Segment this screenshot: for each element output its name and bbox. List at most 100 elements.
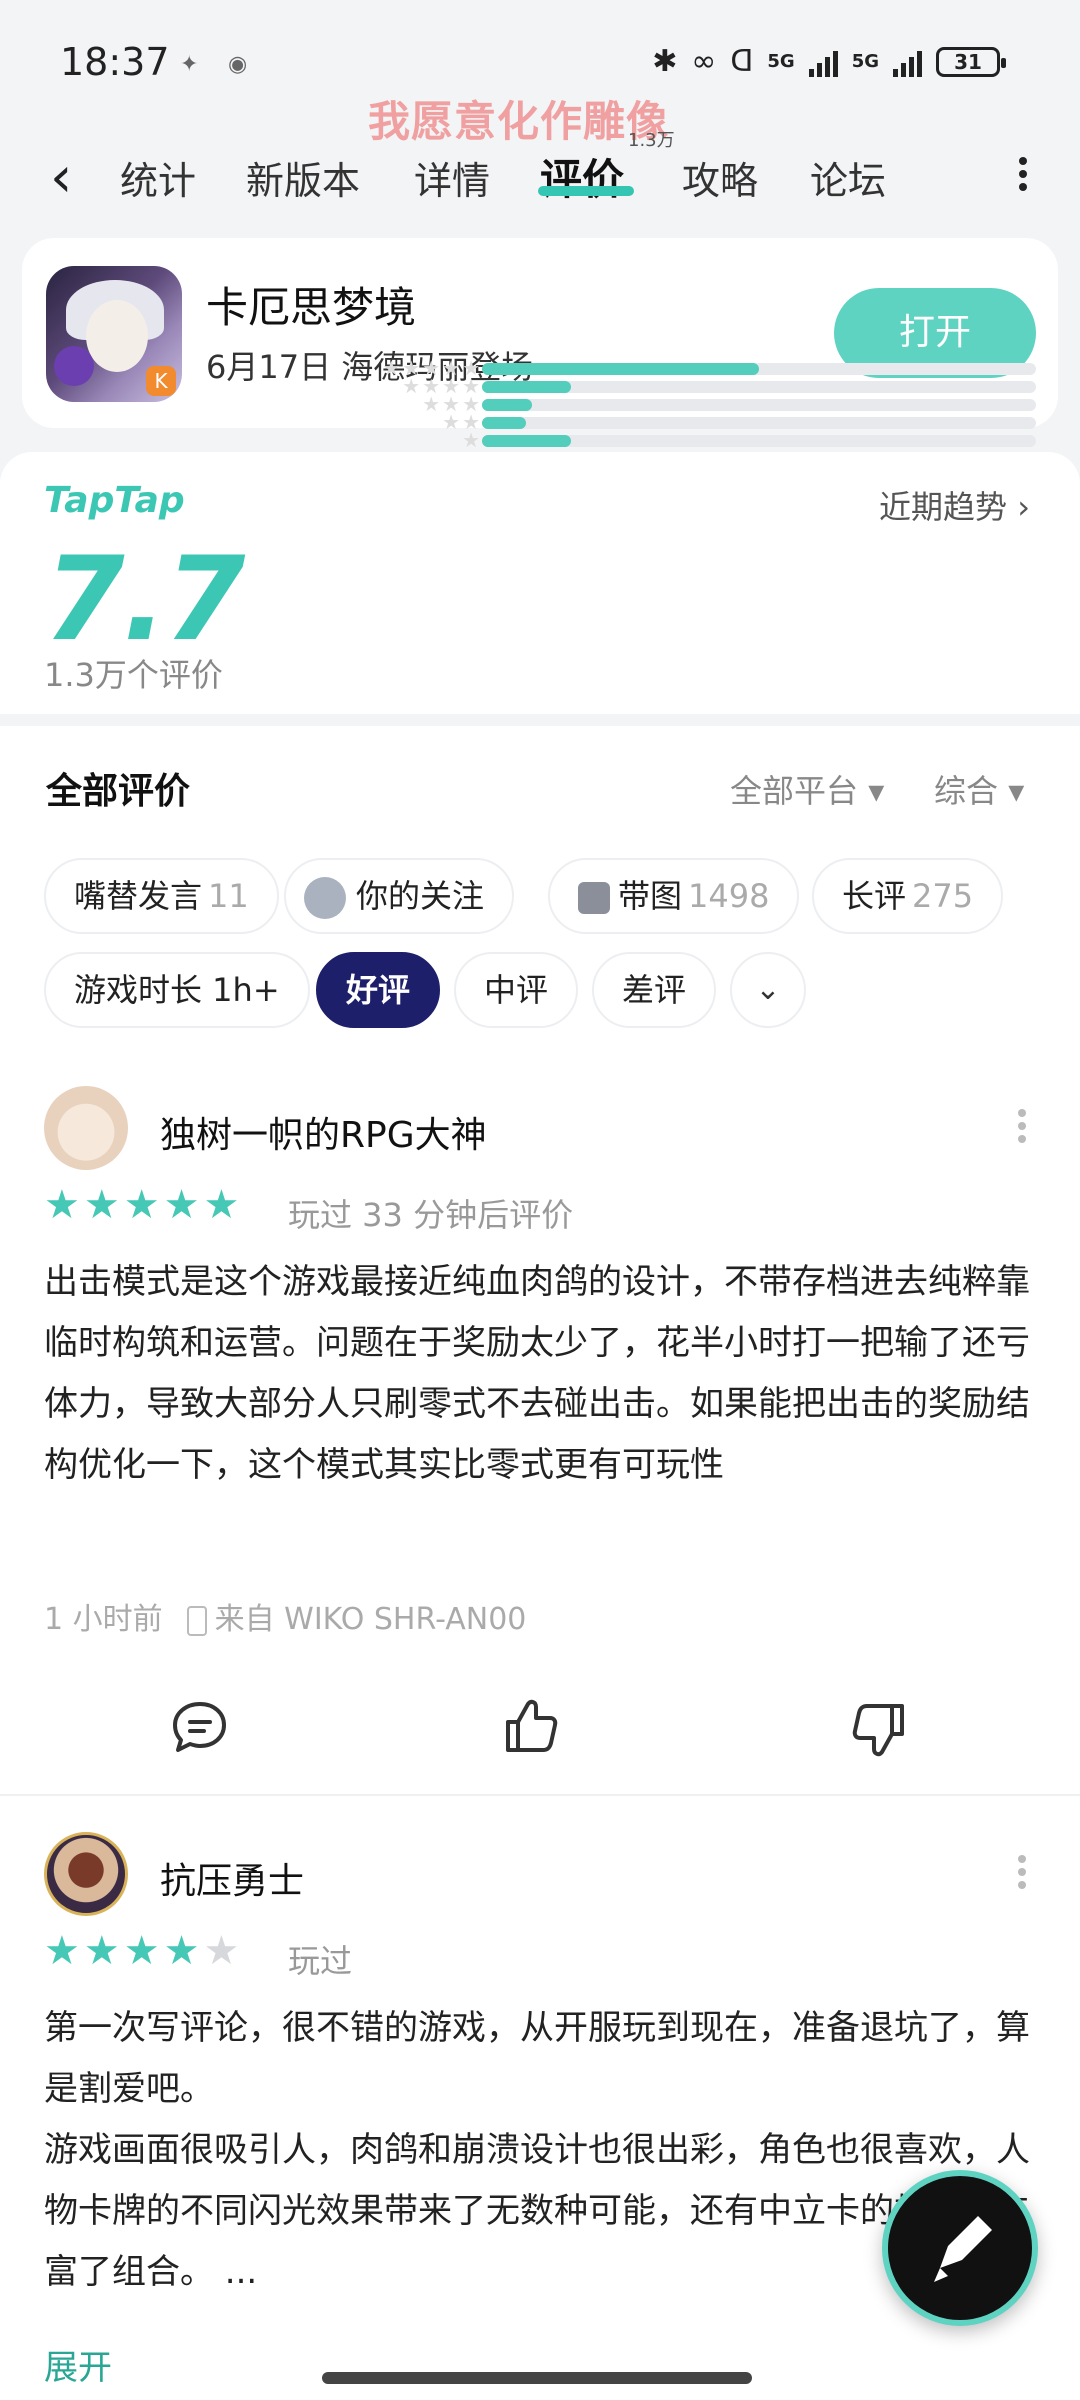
sort-filter-label: 综合	[934, 772, 999, 810]
signal-icon	[808, 47, 838, 77]
chip-long-review[interactable]: 长评 275	[812, 858, 1004, 934]
tab-new-version[interactable]: 新版本	[246, 150, 360, 205]
tab-forum[interactable]: 论坛	[810, 150, 886, 205]
thumbs-down-icon[interactable]	[846, 1698, 910, 1762]
expand-link[interactable]: 展开	[44, 2340, 112, 2389]
chip-label: 带图	[618, 877, 683, 915]
distribution-track	[482, 417, 1036, 429]
chip-count: 1498	[688, 877, 770, 915]
chip-negative[interactable]: 差评	[592, 952, 717, 1028]
tab-reviews-count: 1.3万	[628, 130, 675, 151]
review-username[interactable]: 独树一帜的RPG大神	[160, 1106, 487, 1158]
earbuds-icon: ᗡ	[730, 44, 754, 79]
tab-details[interactable]: 详情	[414, 150, 490, 205]
notification-icon: ✦	[180, 52, 199, 77]
review-more-icon[interactable]	[1018, 1104, 1028, 1148]
link-icon: ∞	[691, 44, 717, 79]
review-more-icon[interactable]	[1018, 1850, 1028, 1894]
chip-label: 差评	[622, 971, 687, 1009]
chip-label: 游戏时长 1h+	[74, 971, 280, 1009]
distribution-fill	[482, 363, 759, 375]
recent-trend-link[interactable]: 近期趋势 ›	[879, 482, 1030, 528]
distribution-track	[482, 399, 1036, 411]
review-username[interactable]: 抗压勇士	[160, 1852, 304, 1904]
chip-recommended[interactable]: 嘴替发言 11	[44, 858, 279, 934]
chip-playtime[interactable]: 游戏时长 1h+	[44, 952, 310, 1028]
chip-count: 275	[912, 877, 974, 915]
status-time: 18:37	[60, 40, 170, 84]
review-played: 玩过 33 分钟后评价	[288, 1196, 574, 1234]
tab-stats[interactable]: 统计	[120, 150, 196, 205]
chip-with-images[interactable]: 带图 1498	[548, 858, 800, 934]
star-empty-icon: ★	[203, 1928, 244, 1974]
tab-reviews[interactable]: 评价	[540, 146, 624, 207]
avatar	[304, 877, 346, 919]
top-tab-bar: ‹ 统计 新版本 详情 评价 攻略 论坛	[0, 130, 1080, 230]
chip-count: 11	[208, 877, 249, 915]
back-icon[interactable]: ‹	[50, 150, 90, 210]
review-device: 来自 WIKO SHR-AN00	[214, 1602, 527, 1637]
sort-filter[interactable]: 综合 ▾	[934, 766, 1024, 812]
image-icon	[578, 882, 610, 914]
star-filled-icon: ★	[83, 1928, 124, 1974]
chevron-down-icon: ▾	[868, 772, 885, 810]
app-name: 卡厄思梦境	[206, 283, 417, 332]
chevron-down-icon: ⌄	[755, 972, 781, 1007]
rating-count: 1.3万个评价	[44, 656, 223, 694]
star-filled-icon: ★	[163, 1928, 204, 1974]
home-indicator[interactable]	[322, 2372, 752, 2384]
tab-guides[interactable]: 攻略	[682, 150, 758, 205]
pen-icon	[934, 2216, 992, 2282]
review-stars: ★★★★★	[44, 1182, 243, 1228]
distribution-fill	[482, 381, 571, 393]
distribution-stars: ★	[462, 428, 482, 452]
star-filled-icon: ★	[203, 1182, 244, 1228]
more-menu-icon[interactable]	[1016, 152, 1030, 202]
avatar[interactable]	[44, 1832, 128, 1916]
platform-filter[interactable]: 全部平台 ▾	[730, 766, 884, 812]
phone-icon	[186, 1605, 207, 1636]
distribution-row: ★★	[330, 410, 1038, 434]
review-meta: 1 小时前 来自 WIKO SHR-AN00	[44, 1594, 526, 1638]
distribution-row: ★★★	[330, 392, 1038, 416]
distribution-fill	[482, 435, 571, 447]
chip-neutral[interactable]: 中评	[454, 952, 579, 1028]
status-icons: ✱ ∞ ᗡ 5G 5G 31	[652, 44, 1006, 79]
distribution-track	[482, 381, 1036, 393]
chip-label: 好评	[346, 971, 411, 1009]
network-5g-label-2: 5G	[851, 51, 879, 72]
write-review-button[interactable]	[882, 2170, 1038, 2326]
taptap-logo: TapTap	[44, 480, 185, 521]
review-time: 1 小时前	[44, 1602, 163, 1637]
review-stars: ★★★★★	[44, 1928, 243, 1974]
divider	[0, 1794, 1080, 1796]
chip-label: 中评	[484, 971, 549, 1009]
app-icon: K	[46, 266, 182, 402]
tab-active-indicator	[538, 186, 634, 196]
chevron-down-icon: ▾	[1008, 772, 1025, 810]
distribution-track	[482, 363, 1036, 375]
chips-expand-button[interactable]: ⌄	[730, 952, 806, 1028]
distribution-fill	[482, 399, 532, 411]
platform-filter-label: 全部平台	[730, 772, 859, 810]
star-filled-icon: ★	[83, 1182, 124, 1228]
chip-label: 长评	[842, 877, 907, 915]
rating-score: 7.7	[44, 532, 245, 667]
rating-summary: TapTap 近期趋势 › 7.7 1.3万个评价 ★★★★★ ★★★★ ★★★ ★★…	[0, 356, 1080, 714]
distribution-track	[482, 435, 1036, 447]
network-5g-label: 5G	[767, 51, 795, 72]
chip-positive[interactable]: 好评	[316, 952, 441, 1028]
chip-following[interactable]: 你的关注	[284, 858, 515, 934]
review-body[interactable]: 出击模式是这个游戏最接近纯血肉鸽的设计，不带存档进去纯粹靠临时构筑和运营。问题在…	[44, 1252, 1036, 1572]
review-played: 玩过	[288, 1942, 353, 1980]
signal-icon-2	[893, 47, 922, 77]
avatar[interactable]	[44, 1086, 128, 1170]
reviews-section: 全部评价 全部平台 ▾ 综合 ▾ 嘴替发言 11 你的关注 带图 1498 长评 27…	[0, 726, 1080, 2400]
battery-icon: 31	[936, 46, 1006, 77]
comment-icon[interactable]	[168, 1696, 232, 1760]
thumbs-up-icon[interactable]	[500, 1694, 564, 1758]
distribution-fill	[482, 417, 527, 429]
star-filled-icon: ★	[123, 1182, 164, 1228]
star-filled-icon: ★	[44, 1182, 84, 1228]
star-filled-icon: ★	[44, 1928, 84, 1974]
